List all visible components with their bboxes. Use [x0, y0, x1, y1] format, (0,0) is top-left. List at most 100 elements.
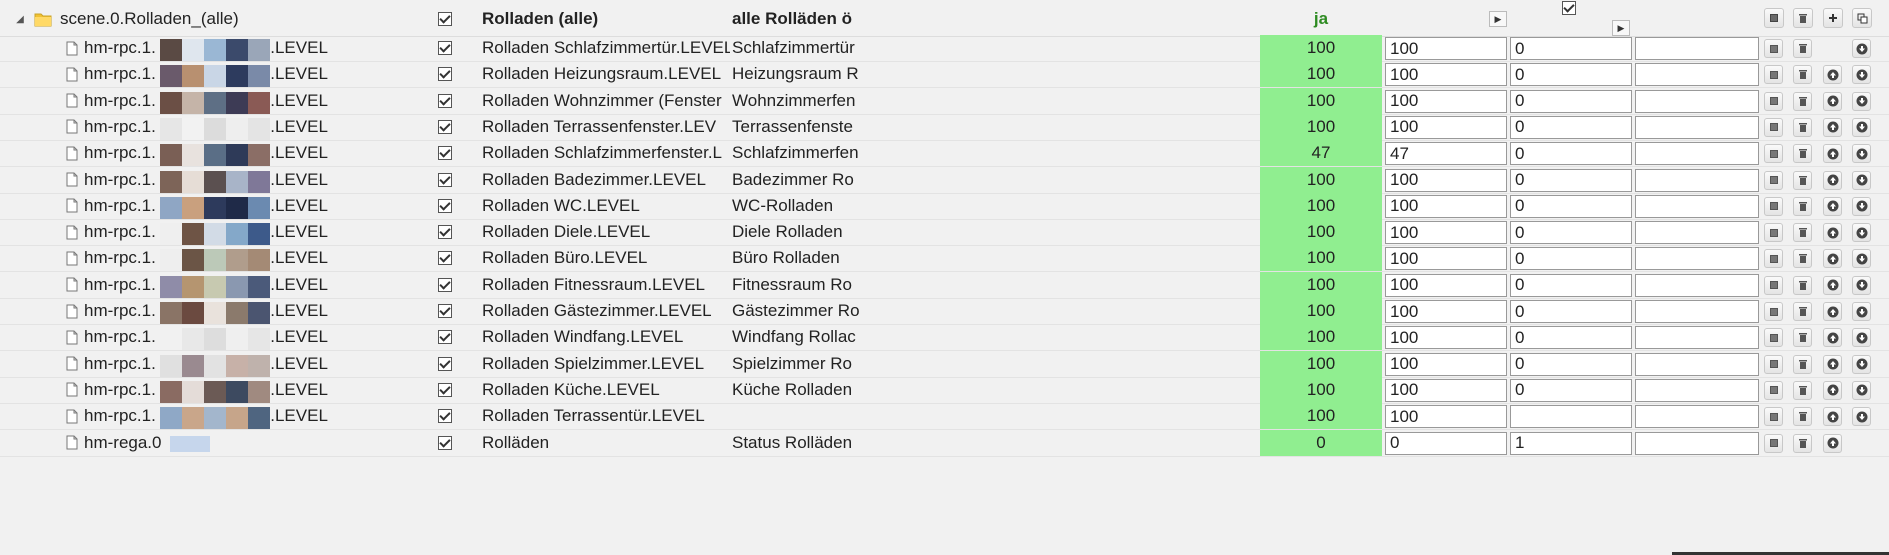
state-id[interactable]: hm-rega.0 [84, 430, 404, 456]
move-down-button[interactable] [1852, 302, 1871, 321]
min-input[interactable]: 0 [1510, 300, 1632, 323]
extra-input[interactable] [1635, 115, 1759, 139]
state-row[interactable]: hm-rpc.1. 3.LEVEL Rolladen Diele.LEVEL D… [0, 219, 1889, 247]
edit-button[interactable] [1764, 275, 1783, 295]
extra-input[interactable] [1635, 89, 1759, 113]
edit-button[interactable] [1764, 380, 1783, 400]
move-down-button[interactable] [1852, 354, 1871, 374]
delete-button[interactable] [1793, 249, 1812, 269]
min-input[interactable]: 0 [1510, 115, 1632, 139]
edit-button[interactable] [1764, 170, 1783, 190]
min-input[interactable]: 0 [1510, 378, 1632, 402]
extra-input[interactable] [1635, 37, 1759, 60]
delete-button[interactable] [1793, 91, 1812, 111]
enabled-checkbox[interactable] [436, 245, 454, 271]
min-input[interactable]: 0 [1510, 142, 1632, 166]
min-input[interactable]: 0 [1510, 194, 1632, 218]
value-input[interactable]: 100 [1385, 352, 1507, 376]
edit-button[interactable] [1764, 91, 1783, 111]
value-input[interactable]: 100 [1385, 247, 1507, 271]
enabled-checkbox[interactable] [436, 219, 454, 245]
state-row[interactable]: hm-rpc.1. 3.LEVEL Rolladen WC.LEVEL WC-R… [0, 192, 1889, 220]
state-row[interactable]: hm-rega.0 Rolläden Status Rolläden 0 0 1 [0, 429, 1889, 457]
edit-button[interactable] [1764, 8, 1784, 28]
enabled-checkbox[interactable] [436, 193, 454, 219]
value-input[interactable]: 100 [1385, 326, 1507, 350]
extra-input[interactable] [1635, 378, 1759, 402]
copy-button[interactable] [1852, 8, 1872, 28]
state-row[interactable]: hm-rpc.1. 3.LEVEL Rolladen Wohnzimmer (F… [0, 87, 1889, 115]
move-down-button[interactable] [1852, 170, 1871, 190]
extra-input[interactable] [1635, 247, 1759, 271]
delete-button[interactable] [1793, 144, 1812, 164]
delete-button[interactable] [1793, 196, 1812, 216]
edit-button[interactable] [1764, 249, 1783, 269]
value-input[interactable]: 47 [1385, 142, 1507, 166]
extra-input[interactable] [1635, 326, 1759, 350]
enabled-checkbox[interactable] [436, 298, 454, 324]
value-input[interactable]: 100 [1385, 405, 1507, 429]
delete-button[interactable] [1793, 433, 1812, 453]
delete-button[interactable] [1793, 39, 1812, 58]
move-up-button[interactable] [1823, 433, 1842, 453]
extra-input[interactable] [1635, 352, 1759, 376]
delete-button[interactable] [1793, 407, 1812, 427]
state-row[interactable]: hm-rpc.1. 3.LEVEL Rolladen Gästezimmer.L… [0, 298, 1889, 325]
edit-button[interactable] [1764, 328, 1783, 348]
min-input[interactable]: 0 [1510, 273, 1632, 297]
move-down-button[interactable] [1852, 65, 1871, 85]
edit-button[interactable] [1764, 354, 1783, 374]
value-input[interactable]: 100 [1385, 221, 1507, 245]
delete-button[interactable] [1793, 117, 1812, 137]
extra-input[interactable] [1635, 194, 1759, 218]
edit-button[interactable] [1764, 433, 1783, 453]
enabled-checkbox[interactable] [436, 35, 454, 61]
enabled-checkbox[interactable] [436, 114, 454, 140]
move-up-button[interactable] [1823, 91, 1842, 111]
value-input[interactable]: 100 [1385, 300, 1507, 323]
min-input[interactable]: 0 [1510, 326, 1632, 350]
state-row[interactable]: hm-rpc.1. 3.LEVEL Rolladen Küche.LEVEL K… [0, 376, 1889, 404]
extra-input[interactable] [1635, 300, 1759, 323]
state-row[interactable]: hm-rpc.1. 3.LEVEL Rolladen Schlafzimmert… [0, 35, 1889, 62]
value-input[interactable]: 100 [1385, 115, 1507, 139]
collapse-toggle-icon[interactable]: ◢ [14, 2, 26, 36]
move-down-button[interactable] [1852, 144, 1871, 164]
move-down-button[interactable] [1852, 407, 1871, 427]
move-down-button[interactable] [1852, 91, 1871, 111]
move-up-button[interactable] [1823, 302, 1842, 321]
enabled-checkbox[interactable] [436, 140, 454, 166]
value-input[interactable]: 100 [1385, 168, 1507, 192]
move-up-button[interactable] [1823, 328, 1842, 348]
extra-input[interactable] [1635, 142, 1759, 166]
value-input[interactable]: 100 [1385, 378, 1507, 402]
state-row[interactable]: hm-rpc.1. 3.LEVEL Rolladen Terrassenfens… [0, 113, 1889, 141]
delete-button[interactable] [1793, 65, 1812, 85]
move-down-button[interactable] [1852, 380, 1871, 400]
extra-input[interactable] [1635, 405, 1759, 429]
edit-button[interactable] [1764, 407, 1783, 427]
scene-id[interactable]: scene.0.Rolladen_(alle) [60, 2, 380, 36]
state-row[interactable]: hm-rpc.1. 3.LEVEL Rolladen Terrassentür.… [0, 403, 1889, 431]
delete-button[interactable] [1793, 302, 1812, 321]
extra-input[interactable] [1635, 63, 1759, 87]
state-row[interactable]: hm-rpc.1. 3.LEVEL Rolladen Windfang.LEVE… [0, 324, 1889, 352]
min-input[interactable]: 0 [1510, 37, 1632, 60]
min-input[interactable]: 0 [1510, 168, 1632, 192]
state-row[interactable]: hm-rpc.1. 3.LEVEL Rolladen Heizungsraum.… [0, 61, 1889, 89]
edit-button[interactable] [1764, 144, 1783, 164]
min-input[interactable]: 0 [1510, 89, 1632, 113]
state-row[interactable]: hm-rpc.1. 3.LEVEL Rolladen Büro.LEVEL Bü… [0, 245, 1889, 273]
add-button[interactable] [1823, 8, 1843, 28]
enabled-checkbox[interactable] [436, 61, 454, 87]
move-down-button[interactable] [1852, 223, 1871, 243]
enabled-checkbox[interactable] [436, 430, 454, 456]
min-input[interactable]: 0 [1510, 63, 1632, 87]
edit-button[interactable] [1764, 196, 1783, 216]
value-input[interactable]: 100 [1385, 89, 1507, 113]
value-input[interactable]: 0 [1385, 431, 1507, 455]
enabled-checkbox[interactable] [436, 2, 454, 36]
edit-button[interactable] [1764, 65, 1783, 85]
scene-row[interactable]: ◢ scene.0.Rolladen_(alle) Rolladen (alle… [0, 1, 1889, 37]
delete-button[interactable] [1793, 223, 1812, 243]
